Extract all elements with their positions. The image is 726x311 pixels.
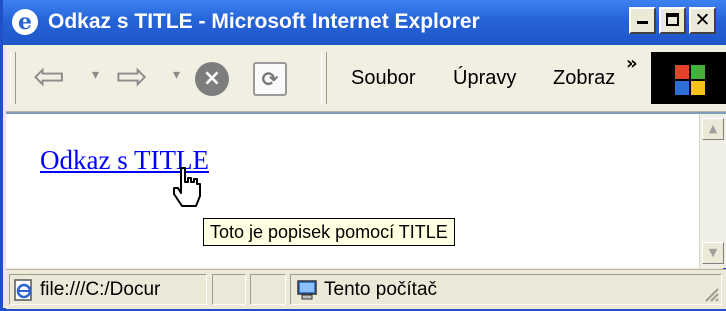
forward-arrow-icon[interactable]: ⇨	[116, 57, 148, 95]
computer-icon	[297, 280, 317, 300]
window-title: Odkaz s TITLE - Microsoft Internet Explo…	[48, 10, 480, 33]
forward-dropdown-icon[interactable]: ▾	[173, 68, 180, 82]
menu-soubor[interactable]: Soubor	[351, 64, 416, 92]
status-bar: file:///C:/Docur Tento počítač	[6, 269, 726, 309]
toolbar: ⇦ ▾ ⇨ ▾ × ⟳ Soubor Úpravy Zobraz »	[6, 45, 726, 112]
resize-grip-icon[interactable]	[701, 284, 719, 302]
hand-cursor-icon	[173, 167, 201, 207]
status-url-pane: file:///C:/Docur	[9, 274, 207, 305]
tooltip: Toto je popisek pomocí TITLE	[203, 218, 455, 246]
title-bar[interactable]: e Odkaz s TITLE - Microsoft Internet Exp…	[3, 0, 726, 45]
menu-upravy[interactable]: Úpravy	[453, 64, 516, 92]
back-arrow-icon[interactable]: ⇦	[33, 57, 65, 95]
minimize-button[interactable]	[629, 7, 656, 34]
ie-page-icon	[14, 279, 32, 301]
back-dropdown-icon[interactable]: ▾	[92, 68, 99, 82]
scroll-up-icon[interactable]: ▲	[702, 118, 724, 140]
status-pane-2	[212, 274, 246, 305]
status-zone-pane: Tento počítač	[290, 274, 722, 305]
scroll-down-icon[interactable]: ▼	[702, 242, 724, 264]
toolbar-grip[interactable]	[10, 52, 16, 104]
status-zone: Tento počítač	[324, 279, 438, 300]
ie-window: e Odkaz s TITLE - Microsoft Internet Exp…	[0, 0, 726, 311]
menu-zobrazit[interactable]: Zobraz	[553, 64, 620, 92]
ie-icon: e	[12, 9, 38, 35]
stop-icon[interactable]: ×	[195, 62, 229, 96]
page-content: Odkaz s TITLE Toto je popisek pomocí TIT…	[6, 112, 726, 268]
vertical-scrollbar[interactable]: ▲ ▼	[699, 114, 726, 268]
chevron-more-icon[interactable]: »	[626, 54, 638, 74]
status-url: file:///C:/Docur	[40, 279, 161, 300]
maximize-button[interactable]	[659, 7, 686, 34]
refresh-icon[interactable]: ⟳	[253, 62, 287, 96]
status-pane-3	[250, 274, 286, 305]
toolbar-separator	[321, 52, 327, 104]
windows-logo	[651, 52, 726, 104]
close-button[interactable]: ✕	[689, 7, 716, 34]
